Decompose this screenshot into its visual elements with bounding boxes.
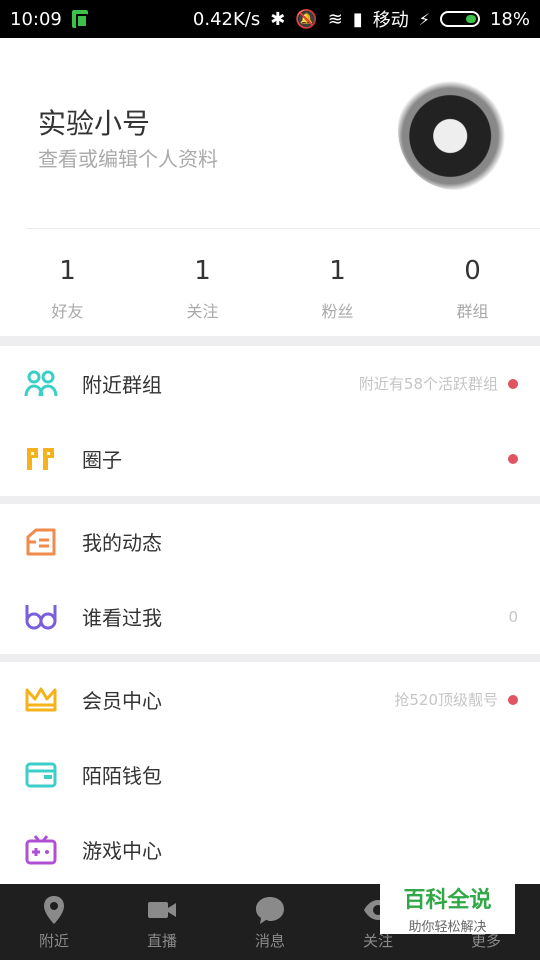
- battery-percent: 18%: [489, 8, 530, 30]
- stat-value: 1: [59, 256, 76, 286]
- menu-item-games[interactable]: 游戏中心: [0, 812, 540, 887]
- notification-dot: [508, 453, 518, 464]
- stat-value: 1: [194, 256, 211, 286]
- stat-label: 关注: [186, 302, 219, 321]
- stat-label: 群组: [456, 302, 489, 321]
- carrier: 移动: [372, 10, 409, 31]
- menu-item-my-feed[interactable]: 我的动态: [0, 504, 540, 579]
- bluetooth-icon: ✱: [270, 8, 286, 30]
- menu-item-visitors[interactable]: 谁看过我 0: [0, 579, 540, 654]
- menu-hint: 抢520顶级靓号: [394, 691, 498, 709]
- tab-live[interactable]: 直播: [108, 884, 216, 960]
- profile-edit-hint: 查看或编辑个人资料: [38, 147, 218, 171]
- wifi-icon: ≋: [327, 8, 343, 30]
- group-icon: [24, 367, 58, 401]
- profile-name: 实验小号: [38, 107, 151, 140]
- notification-dot: [508, 694, 518, 705]
- stat-label: 粉丝: [321, 302, 354, 321]
- battery-icon: [439, 11, 480, 27]
- menu-label: 谁看过我: [82, 606, 162, 630]
- menu-hint-wrap: 0: [508, 608, 518, 626]
- profile-header[interactable]: 实验小号 查看或编辑个人资料: [0, 38, 540, 228]
- section-divider: [0, 336, 540, 346]
- glasses-icon: [24, 600, 58, 634]
- menu-item-circle[interactable]: 圈子: [0, 421, 540, 496]
- notification-dot: [508, 378, 518, 389]
- stats-row: 1 好友 1 关注 1 粉丝 0 群组: [0, 244, 540, 334]
- sim-icon: [71, 10, 88, 28]
- status-time: 10:09: [10, 8, 62, 30]
- status-bar: 10:09 0.42K/s ✱ 🔕 ≋ ▮ 移动 ⚡ 18%: [0, 0, 540, 38]
- quote-icon: [24, 442, 58, 476]
- status-right: 0.42K/s ✱ 🔕 ≋ ▮ 移动 ⚡ 18%: [193, 6, 530, 32]
- stat-value: 0: [464, 256, 481, 286]
- menu-hint: 附近有58个活跃群组: [358, 375, 498, 393]
- menu-item-nearby-groups[interactable]: 附近群组 附近有58个活跃群组: [0, 346, 540, 421]
- wallet-icon: [24, 758, 58, 792]
- network-speed: 0.42K/s: [192, 8, 261, 30]
- charging-icon: ⚡: [418, 9, 430, 29]
- tab-messages[interactable]: 消息: [216, 884, 324, 960]
- tab-label: 消息: [254, 931, 285, 950]
- stat-value: 1: [329, 256, 346, 286]
- stat-following[interactable]: 1 关注: [135, 244, 270, 334]
- tab-nearby[interactable]: 附近: [0, 884, 108, 960]
- gamepad-icon: [24, 833, 58, 867]
- section-divider: [0, 654, 540, 662]
- visitor-count: 0: [508, 607, 518, 626]
- chat-bubble-icon: [256, 896, 284, 924]
- menu-hint-wrap: 附近有58个活跃群组: [359, 373, 518, 394]
- menu-hint-wrap: 抢520顶级靓号: [394, 689, 518, 710]
- divider: [26, 228, 540, 229]
- crown-icon: [24, 683, 58, 717]
- menu-label: 附近群组: [82, 373, 162, 397]
- menu-hint-wrap: [508, 453, 518, 464]
- menu-label: 圈子: [82, 448, 122, 472]
- watermark-subtitle: 助你轻松解决: [408, 920, 487, 935]
- menu-label: 陌陌钱包: [82, 764, 162, 788]
- location-pin-icon: [44, 895, 64, 924]
- section-divider: [0, 496, 540, 504]
- watermark: 百科全说 助你轻松解决: [380, 878, 515, 935]
- stat-label: 好友: [51, 302, 84, 321]
- feed-icon: [24, 525, 58, 559]
- mute-icon: 🔕: [295, 8, 318, 30]
- menu-label: 会员中心: [82, 689, 162, 713]
- stat-friends[interactable]: 1 好友: [0, 244, 135, 334]
- tab-label: 直播: [146, 931, 177, 950]
- menu-item-wallet[interactable]: 陌陌钱包: [0, 737, 540, 812]
- watermark-title: 百科全说: [403, 888, 492, 913]
- stat-groups[interactable]: 0 群组: [405, 244, 540, 334]
- menu-label: 我的动态: [82, 531, 162, 555]
- video-camera-icon: [148, 901, 176, 918]
- stat-fans[interactable]: 1 粉丝: [270, 244, 405, 334]
- signal-icon: ▮: [352, 8, 363, 30]
- menu-item-vip[interactable]: 会员中心 抢520顶级靓号: [0, 662, 540, 737]
- avatar[interactable]: [398, 70, 514, 190]
- tab-label: 附近: [38, 931, 69, 950]
- menu-label: 游戏中心: [82, 839, 162, 863]
